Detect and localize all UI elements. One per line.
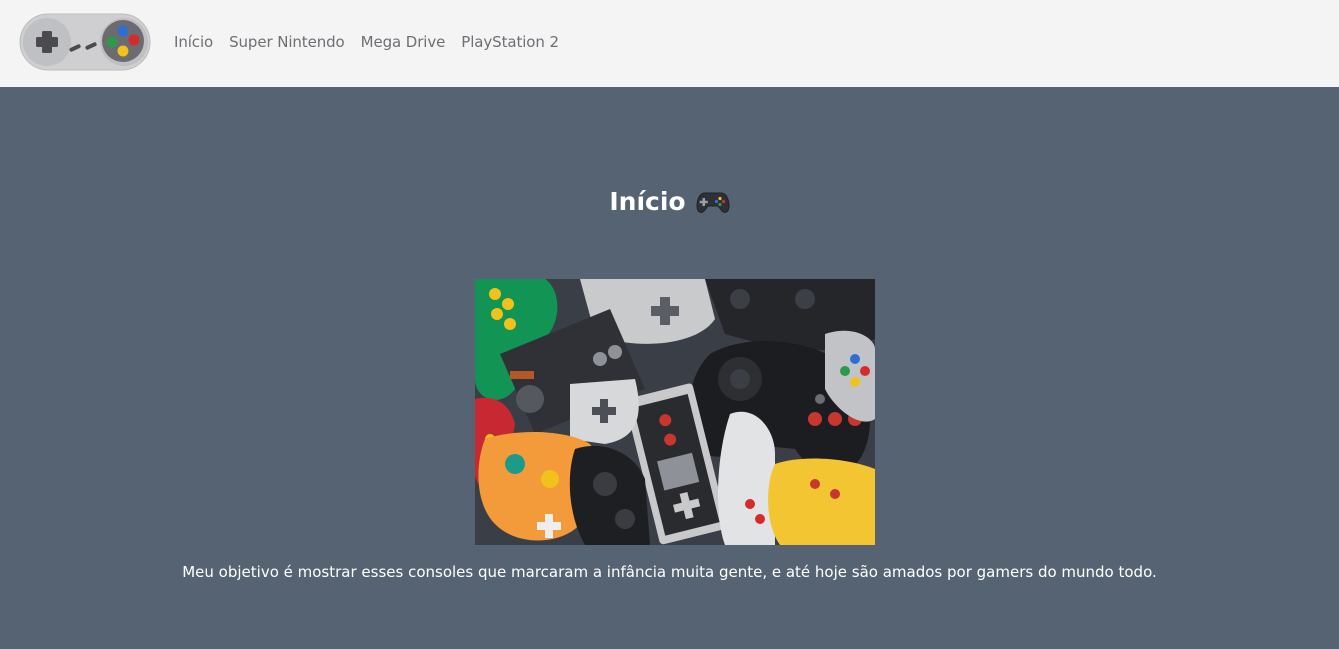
gamepad-icon	[696, 192, 730, 213]
nav-item-mega-drive[interactable]: Mega Drive	[361, 31, 446, 53]
snes-controller-logo[interactable]	[19, 12, 152, 72]
page-title-text: Início	[609, 187, 686, 216]
page-description: Meu objetivo é mostrar esses consoles qu…	[182, 563, 1157, 581]
controllers-collage-picture	[475, 279, 875, 545]
snes-controller-icon	[19, 13, 151, 71]
nav-item-inicio[interactable]: Início	[174, 31, 213, 53]
main-content: Início Meu objetivo é mostrar esses cons…	[0, 87, 1339, 649]
nav-item-super-nintendo[interactable]: Super Nintendo	[229, 31, 345, 53]
page-title: Início	[0, 187, 1339, 216]
navbar: Início Super Nintendo Mega Drive PlaySta…	[0, 0, 1339, 87]
nav-item-playstation-2[interactable]: PlayStation 2	[461, 31, 559, 53]
controllers-collage-image	[475, 279, 875, 545]
nav-links: Início Super Nintendo Mega Drive PlaySta…	[174, 31, 575, 53]
